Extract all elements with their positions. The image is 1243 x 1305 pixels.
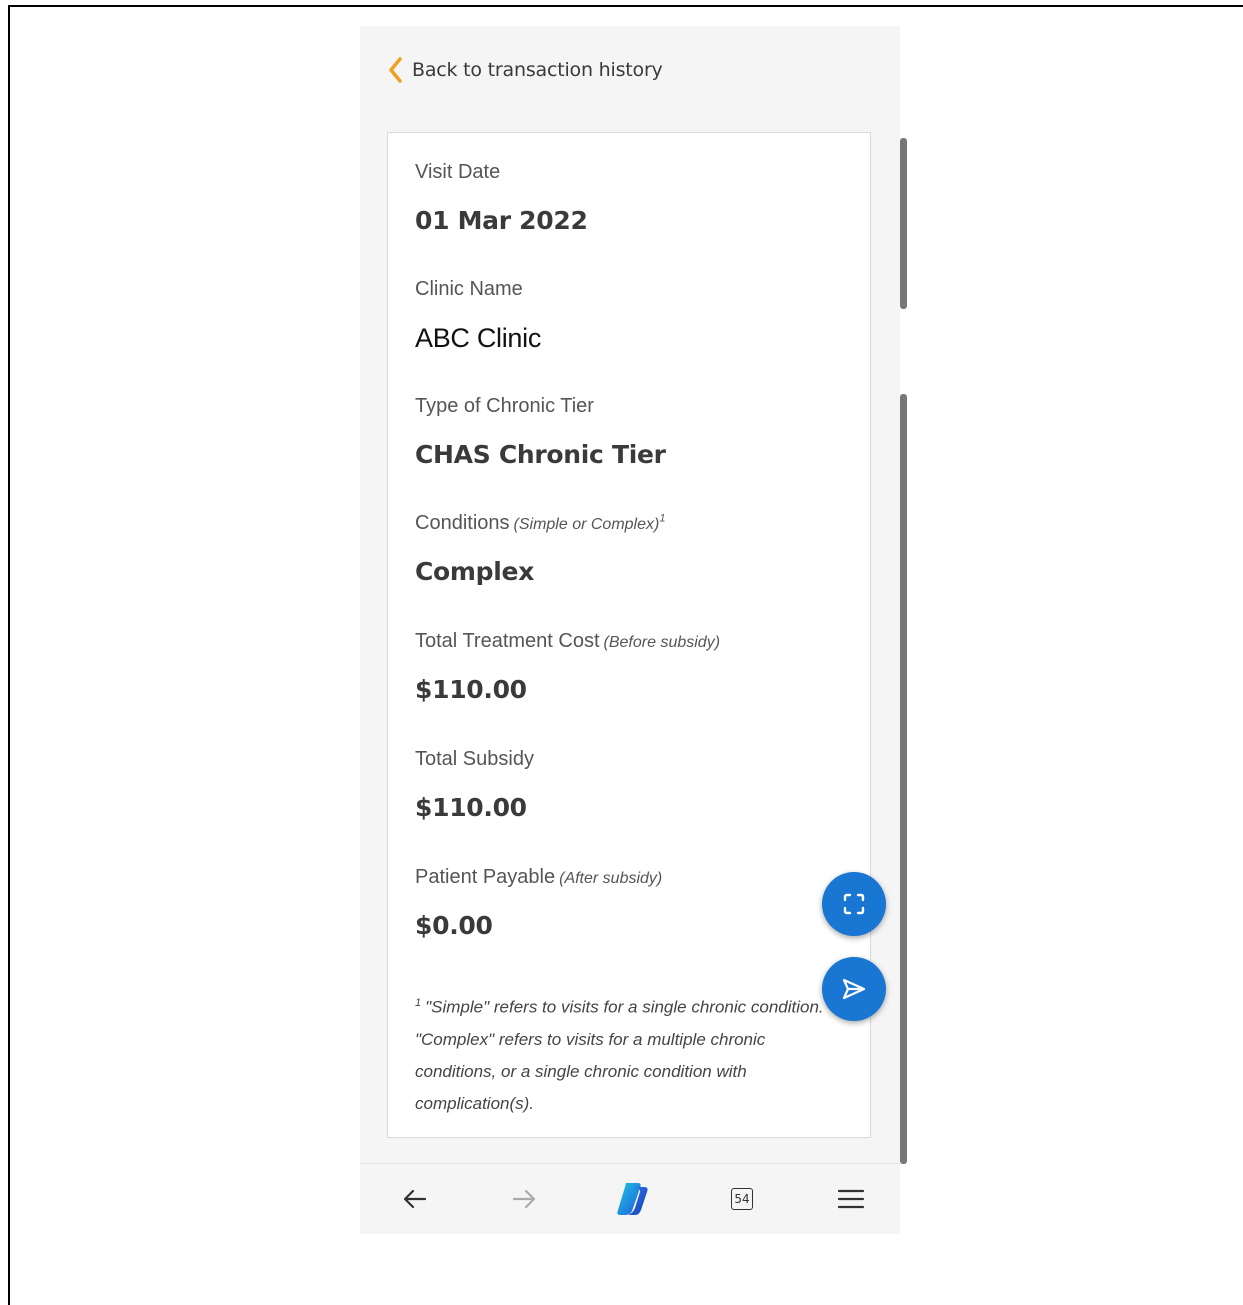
visit-date-label: Visit Date [415,161,501,183]
hamburger-menu-icon [837,1189,865,1209]
send-button[interactable] [822,957,886,1021]
treatment-cost-label-row: Total Treatment Cost (Before subsidy) [415,630,720,653]
browser-bottom-bar: 54 [360,1163,900,1234]
arrow-left-icon [403,1189,427,1209]
scrollbar-thumb-upper[interactable] [900,138,907,309]
copilot-icon [617,1183,648,1215]
treatment-cost-note: (Before subsidy) [603,634,721,651]
browser-back-button[interactable] [390,1174,440,1224]
footnote-text: "Simple" refers to visits for a single c… [415,997,824,1113]
arrow-right-icon [512,1189,536,1209]
tabs-button[interactable]: 54 [717,1174,767,1224]
conditions-footnote: 1 "Simple" refers to visits for a single … [415,987,845,1120]
payable-value: $0.00 [415,911,493,940]
browser-menu-button[interactable] [826,1174,876,1224]
scrollbar-thumb-lower[interactable] [900,394,907,1164]
conditions-note: (Simple or Complex) [513,516,660,533]
copilot-button[interactable] [608,1174,658,1224]
subsidy-value: $110.00 [415,793,527,822]
visit-date-value: 01 Mar 2022 [415,206,588,235]
payable-field: Patient Payable (After subsidy) $0.00 [415,866,662,940]
screenshot-button[interactable] [822,872,886,936]
chronic-tier-field: Type of Chronic Tier CHAS Chronic Tier [415,395,666,469]
chronic-tier-label: Type of Chronic Tier [415,395,594,417]
conditions-value: Complex [415,557,535,586]
treatment-cost-value: $110.00 [415,675,527,704]
back-link-label: Back to transaction history [412,59,663,81]
clinic-name-value: ABC Clinic [415,323,542,353]
subsidy-label: Total Subsidy [415,748,534,770]
clinic-name-label: Clinic Name [415,278,523,300]
browser-forward-button[interactable] [499,1174,549,1224]
back-to-history-link[interactable]: Back to transaction history [386,54,663,86]
payable-label-row: Patient Payable (After subsidy) [415,866,662,889]
tab-count-badge: 54 [731,1188,753,1210]
transaction-detail-card: Visit Date 01 Mar 2022 Clinic Name ABC C… [387,132,871,1138]
mobile-screen: Back to transaction history Visit Date 0… [360,26,907,1234]
conditions-field: Conditions (Simple or Complex)1 Complex [415,512,665,586]
conditions-label: Conditions [415,512,510,534]
conditions-label-row: Conditions (Simple or Complex)1 [415,512,665,535]
chronic-tier-value: CHAS Chronic Tier [415,440,666,469]
treatment-cost-field: Total Treatment Cost (Before subsidy) $11… [415,630,720,704]
treatment-cost-label: Total Treatment Cost [415,630,600,652]
payable-note: (After subsidy) [559,870,663,887]
footnote-marker: 1 [415,997,422,1009]
subsidy-field: Total Subsidy $110.00 [415,748,534,822]
send-icon [842,978,866,1000]
clinic-name-field: Clinic Name ABC Clinic [415,278,541,354]
screenshot-frame-icon [843,893,865,915]
visit-date-field: Visit Date 01 Mar 2022 [415,161,588,235]
chevron-left-icon [389,57,402,83]
conditions-footnote-marker: 1 [659,512,666,525]
payable-label: Patient Payable [415,866,556,888]
